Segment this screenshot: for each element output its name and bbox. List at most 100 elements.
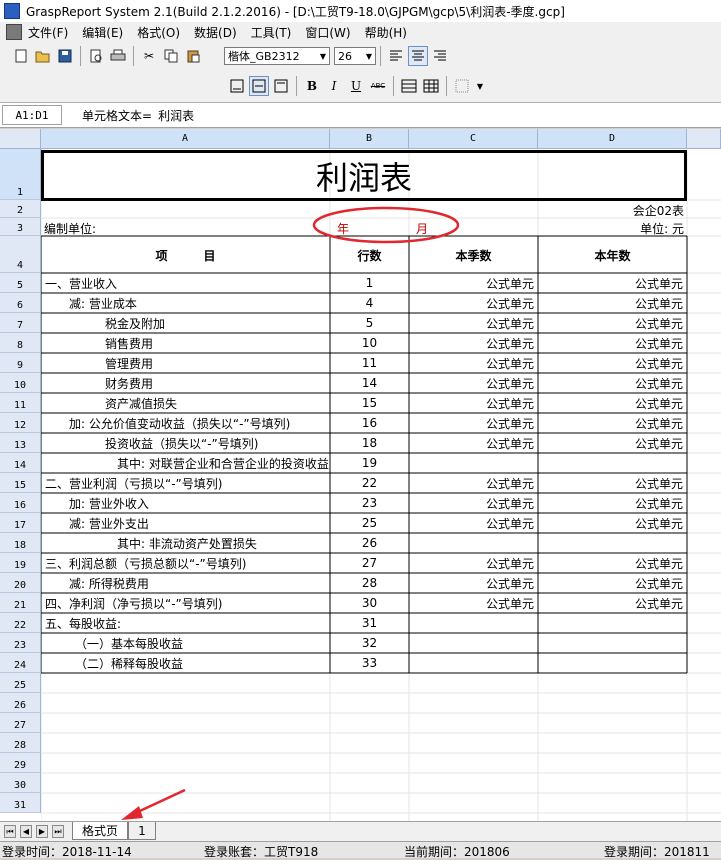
row-header[interactable]: 12 [0,413,41,433]
column-header-b[interactable]: B [330,129,409,149]
row-year-value: 公式单元 [634,396,683,411]
row-header[interactable]: 16 [0,493,41,513]
last-sheet-icon[interactable]: ⏭ [52,825,64,838]
underline-button[interactable]: U [346,76,366,96]
menu-window[interactable]: 窗口(W) [305,24,350,41]
toolbar-separator [393,76,394,96]
cell-reference-box[interactable]: A1:D1 [2,105,62,125]
row-header[interactable]: 6 [0,293,41,313]
row-header[interactable]: 5 [0,273,41,293]
row-quarter-value: 公式单元 [485,476,534,491]
row-quarter-value [409,533,538,553]
row-item-label: 其中: 对联营企业和合营企业的投资收益 [45,456,329,471]
row-quarter-value: 公式单元 [485,556,534,571]
align-left-icon[interactable] [386,46,406,66]
tab-format-page[interactable]: 格式页 [72,822,128,840]
row-year-value: 公式单元 [634,556,683,571]
row-item-label: 三、利润总额（亏损总额以“-”号填列) [45,556,247,571]
next-sheet-icon[interactable]: ▶ [36,825,48,838]
row-line-number: 18 [361,436,378,450]
italic-button[interactable]: I [324,76,344,96]
row-header[interactable]: 25 [0,673,41,693]
font-name-select[interactable]: 楷体_GB2312 ▼ [224,47,330,65]
row-year-value [538,613,687,633]
row-header[interactable]: 14 [0,453,41,473]
menu-data[interactable]: 数据(D) [194,24,237,41]
row-header[interactable]: 7 [0,313,41,333]
print-icon[interactable] [108,46,128,66]
font-size-select[interactable]: 26 ▼ [334,47,376,65]
paste-icon[interactable] [183,46,203,66]
row-item-label: 其中: 非流动资产处置损失 [45,536,257,551]
row-header[interactable]: 20 [0,573,41,593]
valign-middle-icon[interactable] [249,76,269,96]
row-header[interactable]: 3 [0,218,41,236]
new-file-icon[interactable] [11,46,31,66]
align-center-icon[interactable] [408,46,428,66]
border-icon[interactable] [452,76,472,96]
tab-page-1[interactable]: 1 [128,822,156,840]
chevron-down-icon[interactable]: ▼ [474,76,486,96]
save-icon[interactable] [55,46,75,66]
row-header[interactable]: 10 [0,373,41,393]
menu-tools[interactable]: 工具(T) [251,24,292,41]
row-year-value [538,633,687,653]
spreadsheet-grid[interactable]: A B C D 1 2 3 4 5 6 7 8 9 10 11 12 13 14 15 16 17 18 19 20 2… [0,129,721,821]
chevron-down-icon: ▼ [365,51,372,61]
row-header[interactable]: 4 [0,236,41,273]
font-size-value: 26 [338,49,352,63]
grid-table-icon[interactable] [421,76,441,96]
row-item-label: 减: 所得税费用 [45,576,149,591]
window-title-bar: GraspReport System 2.1(Build 2.1.2.2016)… [0,0,721,23]
document-icon[interactable] [6,24,22,40]
row-quarter-value [409,613,538,633]
formula-input[interactable]: 利润表 [158,107,194,124]
row-header[interactable]: 17 [0,513,41,533]
valign-top-icon[interactable] [271,76,291,96]
row-header[interactable]: 13 [0,433,41,453]
menu-file[interactable]: 文件(F) [28,24,68,41]
valign-bottom-icon[interactable] [227,76,247,96]
cut-icon[interactable]: ✂ [139,46,159,66]
column-header-c[interactable]: C [409,129,538,149]
menu-help[interactable]: 帮助(H) [365,24,407,41]
prev-sheet-icon[interactable]: ◀ [20,825,32,838]
row-header[interactable]: 21 [0,593,41,613]
row-header[interactable]: 30 [0,773,41,793]
row-header[interactable]: 29 [0,753,41,773]
row-header[interactable]: 1 [0,149,41,200]
strikethrough-button[interactable]: ABC [368,76,388,96]
merge-cells-icon[interactable] [399,76,419,96]
row-header[interactable]: 31 [0,793,41,813]
open-folder-icon[interactable] [33,46,53,66]
select-all-corner[interactable] [0,129,41,149]
copy-icon[interactable] [161,46,181,66]
row-header[interactable]: 11 [0,393,41,413]
bold-button[interactable]: B [302,76,322,96]
row-header[interactable]: 22 [0,613,41,633]
print-preview-icon[interactable] [86,46,106,66]
row-header[interactable]: 26 [0,693,41,713]
row-header[interactable]: 9 [0,353,41,373]
row-header[interactable]: 28 [0,733,41,753]
row-line-number: 14 [361,376,378,390]
row-header[interactable]: 2 [0,200,41,218]
menu-format[interactable]: 格式(O) [137,24,180,41]
row-header[interactable]: 19 [0,553,41,573]
row-item-label: 二、营业利润（亏损以“-”号填列) [45,476,223,491]
status-login-period: 登录期间：201811 [604,845,710,859]
column-header-a[interactable]: A [41,129,330,149]
menu-edit[interactable]: 编辑(E) [82,24,123,41]
first-sheet-icon[interactable]: ⏮ [4,825,16,838]
row-header[interactable]: 15 [0,473,41,493]
row-line-number: 16 [361,416,378,430]
row-header[interactable]: 8 [0,333,41,353]
row-header[interactable]: 23 [0,633,41,653]
row-quarter-value [409,453,538,473]
row-header[interactable]: 27 [0,713,41,733]
column-header-d[interactable]: D [538,129,687,149]
row-header[interactable]: 18 [0,533,41,553]
align-right-icon[interactable] [430,46,450,66]
row-header[interactable]: 24 [0,653,41,673]
menu-bar: 文件(F) 编辑(E) 格式(O) 数据(D) 工具(T) 窗口(W) 帮助(H… [0,22,721,43]
